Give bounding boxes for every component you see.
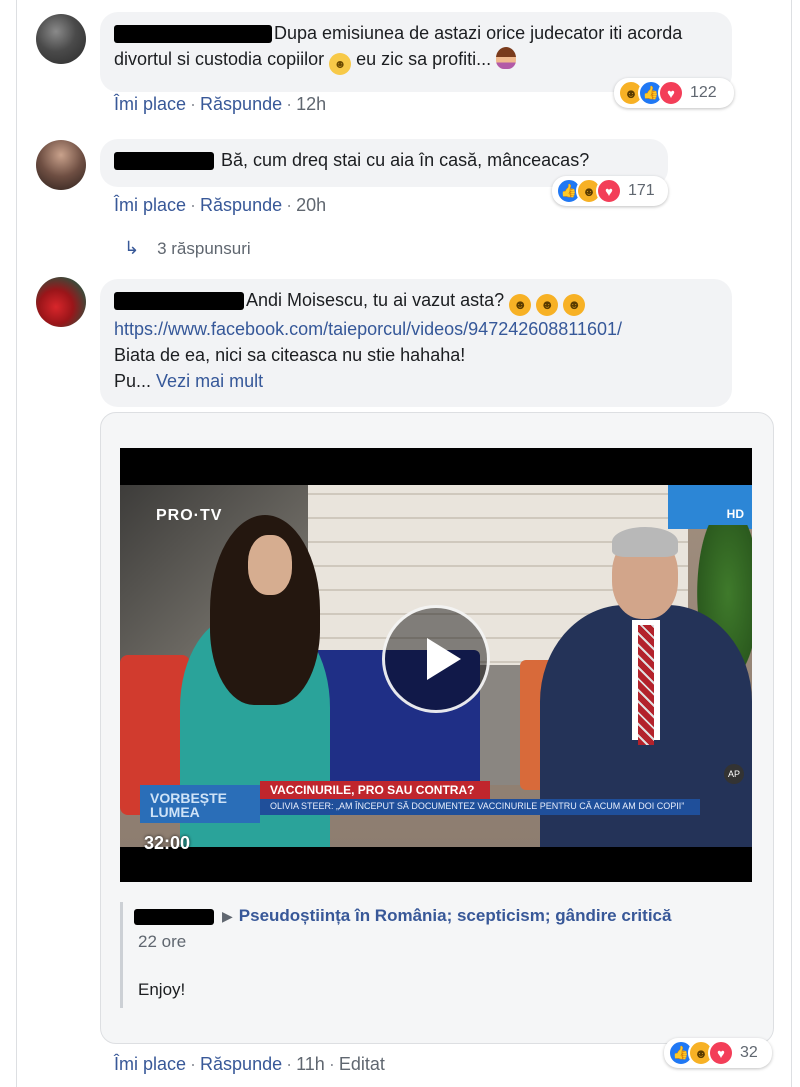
haha-emoji-icon: ☻ — [536, 294, 559, 316]
comment-text: Andi Moisescu, tu ai vazut asta? — [246, 290, 505, 310]
video-duration: 32:00 — [144, 833, 191, 853]
love-reaction-icon: ♥ — [708, 1040, 734, 1066]
video-link[interactable]: https://www.facebook.com/taieporcul/vide… — [114, 316, 718, 342]
show-logo: VORBEȘTE LUMEA — [140, 785, 260, 823]
reaction-count: 32 — [740, 1044, 758, 1061]
reply-link[interactable]: Răspunde — [200, 94, 282, 114]
headline-text: VACCINURILE, PRO SAU CONTRA? — [270, 783, 475, 797]
reactions-summary[interactable]: ☻ 👍 ♥ 122 — [614, 78, 734, 108]
subheadline-text: OLIVIA STEER: „AM ÎNCEPUT SĂ DOCUMENTEZ … — [270, 801, 685, 811]
comment-actions: Îmi place · Răspunde · 20h — [114, 195, 327, 215]
headline-bar: VACCINURILE, PRO SAU CONTRA? — [260, 781, 490, 799]
comment-text-end: eu zic sa profiti... — [356, 49, 492, 69]
video-player[interactable]: PRO·TV HD VORBEȘTE LUMEA VACCINURILE, PR… — [120, 448, 752, 882]
hd-badge: HD — [668, 485, 752, 529]
post-time[interactable]: 22 ore — [138, 932, 186, 952]
comment-text-truncated: Pu... — [114, 371, 152, 391]
like-link[interactable]: Îmi place — [114, 1054, 186, 1074]
quote-bar — [120, 902, 123, 1008]
avatar[interactable] — [36, 14, 86, 64]
view-replies[interactable]: ↳ 3 răspunsuri — [124, 238, 251, 259]
comment-time[interactable]: 20h — [296, 195, 326, 215]
haha-emoji-icon: ☻ — [509, 294, 532, 316]
shared-post-attribution: ▶ Pseudoștiința în România; scepticism; g… — [120, 892, 752, 1022]
reply-arrow-icon: ↳ — [124, 238, 140, 258]
man-hair — [612, 527, 678, 557]
comment-bubble: Andi Moisescu, tu ai vazut asta? ☻ ☻ ☻ h… — [100, 279, 732, 407]
man-tie — [638, 625, 654, 745]
avatar[interactable] — [36, 277, 86, 327]
channel-logo: PRO·TV — [156, 507, 223, 524]
haha-emoji-icon: ☻ — [563, 294, 586, 316]
comment-actions: Îmi place · Răspunde · 11h · Editat — [114, 1054, 385, 1074]
like-link[interactable]: Îmi place — [114, 195, 186, 215]
hd-label: HD — [726, 507, 744, 521]
ap-badge: AP — [724, 764, 744, 784]
love-reaction-icon: ♥ — [658, 80, 684, 106]
reaction-count: 122 — [690, 84, 717, 101]
caret-right-icon: ▶ — [222, 908, 233, 924]
replies-count-label: 3 răspunsuri — [157, 238, 251, 258]
show-name: VORBEȘTE LUMEA — [150, 790, 228, 820]
avatar[interactable] — [36, 140, 86, 190]
reply-link[interactable]: Răspunde — [200, 195, 282, 215]
redacted-author-name[interactable] — [114, 152, 214, 171]
face-emoji-icon: ☻ — [329, 53, 352, 75]
reactions-summary[interactable]: 👍 ☻ ♥ 32 — [664, 1038, 772, 1068]
post-message: Enjoy! — [138, 980, 186, 999]
love-reaction-icon: ♥ — [596, 178, 622, 204]
redacted-author-name[interactable] — [114, 25, 272, 44]
woman-shrugging-emoji-icon — [496, 47, 517, 69]
comment-text-line: Biata de ea, nici sa citeasca nu stie ha… — [114, 345, 466, 365]
tv-lower-third: VORBEȘTE LUMEA VACCINURILE, PRO SAU CONT… — [120, 775, 752, 825]
comment-time[interactable]: 12h — [296, 94, 326, 114]
comment-text: Bă, cum dreq stai cu aia în casă, mâncea… — [221, 150, 590, 170]
redacted-author-name[interactable] — [114, 292, 244, 311]
comment-time[interactable]: 11h — [296, 1054, 325, 1074]
reply-link[interactable]: Răspunde — [200, 1054, 282, 1074]
comment-actions: Îmi place · Răspunde · 12h — [114, 94, 327, 114]
like-link[interactable]: Îmi place — [114, 94, 186, 114]
see-more-link[interactable]: Vezi mai mult — [156, 371, 263, 391]
woman-face — [248, 535, 292, 595]
edited-label[interactable]: Editat — [339, 1054, 385, 1074]
reactions-summary[interactable]: 👍 ☻ ♥ 171 — [552, 176, 668, 206]
reaction-count: 171 — [628, 182, 655, 199]
subheadline-bar: OLIVIA STEER: „AM ÎNCEPUT SĂ DOCUMENTEZ … — [260, 799, 700, 815]
play-icon[interactable] — [382, 605, 490, 713]
redacted-poster-name[interactable] — [134, 908, 214, 925]
group-name-link[interactable]: Pseudoștiința în România; scepticism; gâ… — [239, 906, 672, 925]
